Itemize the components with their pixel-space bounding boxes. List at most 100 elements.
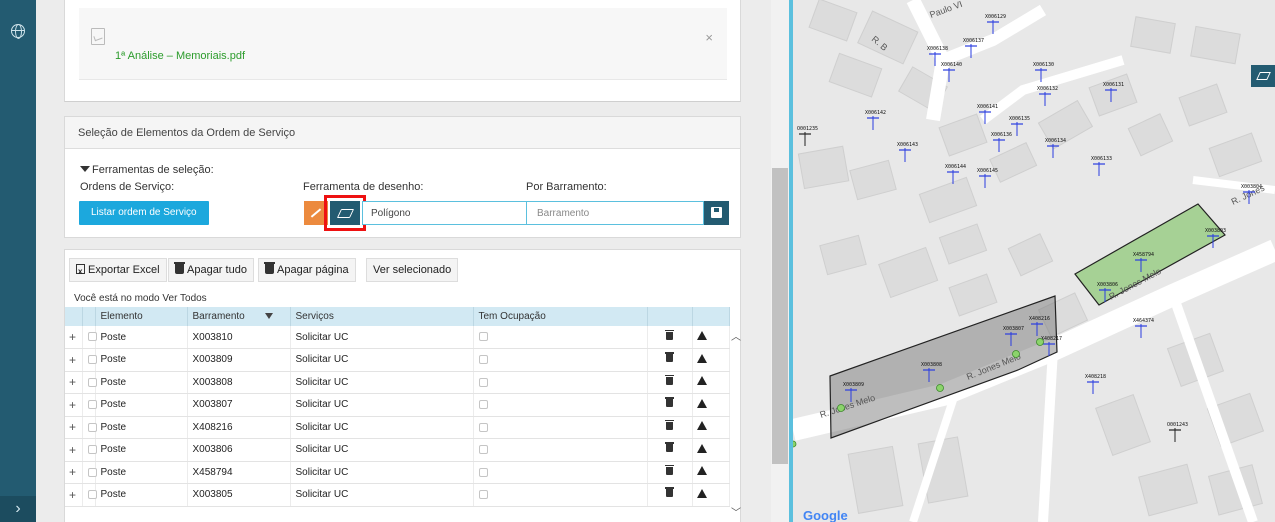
pole-marker[interactable]: O001235 <box>797 126 818 146</box>
trash-icon[interactable] <box>665 329 674 340</box>
selected-point[interactable] <box>1036 338 1044 346</box>
barramento-input[interactable] <box>526 201 704 225</box>
warning-icon[interactable] <box>696 331 707 340</box>
ocupacao-checkbox[interactable] <box>478 400 488 410</box>
pole-marker[interactable]: O001243 <box>1167 422 1188 442</box>
save-icon[interactable] <box>704 201 729 225</box>
column-header-barramento[interactable]: Barramento <box>187 307 291 326</box>
selected-point[interactable] <box>837 404 845 412</box>
pole-marker[interactable]: X006143 <box>897 142 918 162</box>
ocupacao-checkbox[interactable] <box>478 467 488 477</box>
delete-page-button[interactable]: Apagar página <box>258 258 356 282</box>
chevron-down-icon[interactable]: ﹀ <box>730 504 742 519</box>
ocupacao-checkbox[interactable] <box>478 445 488 455</box>
scrollbar-thumb[interactable] <box>772 168 788 464</box>
expand-row-icon[interactable]: + <box>65 371 83 394</box>
pole-marker[interactable]: X006142 <box>865 110 886 130</box>
row-select[interactable] <box>82 461 97 484</box>
trash-icon[interactable] <box>665 352 674 363</box>
map-eraser-button[interactable] <box>1251 65 1275 87</box>
table-row[interactable]: + Poste X003810 Solicitar UC <box>65 326 730 349</box>
warning-icon[interactable] <box>696 466 707 476</box>
row-select[interactable] <box>82 438 97 462</box>
trash-icon[interactable] <box>665 442 674 453</box>
list-orders-button[interactable]: Listar ordem de Serviço <box>79 201 209 225</box>
warning-icon[interactable] <box>696 353 707 363</box>
attachment-file-name[interactable]: 1ª Análise – Memoriais.pdf <box>115 50 245 62</box>
table-row[interactable]: + Poste X003808 Solicitar UC <box>65 371 730 394</box>
cell-warning <box>692 348 730 372</box>
warning-icon[interactable] <box>696 398 707 408</box>
map-view[interactable]: R. Jones Melo R. Jones Melo R. Jones Mel… <box>793 0 1275 522</box>
expand-row-icon[interactable]: + <box>65 483 83 507</box>
table-row[interactable]: + Poste X003805 Solicitar UC <box>65 483 730 507</box>
pole-marker[interactable]: X464374 <box>1133 318 1154 338</box>
column-header-tem-ocupacao[interactable]: Tem Ocupação <box>473 307 648 326</box>
warning-icon[interactable] <box>696 488 707 498</box>
cell-elemento: Poste <box>95 461 188 484</box>
table-row[interactable]: + Poste X458794 Solicitar UC <box>65 461 730 484</box>
ocupacao-checkbox[interactable] <box>478 377 488 387</box>
row-checkbox[interactable] <box>87 422 97 432</box>
row-select[interactable] <box>82 483 97 507</box>
export-excel-button[interactable]: Exportar Excel <box>69 258 167 283</box>
delete-all-button[interactable]: Apagar tudo <box>168 258 254 282</box>
filter-icon[interactable] <box>264 313 273 319</box>
expand-row-icon[interactable]: + <box>65 326 83 349</box>
highlight-box <box>324 195 366 231</box>
pole-marker[interactable]: X006135 <box>1009 116 1030 136</box>
warning-icon[interactable] <box>696 443 707 453</box>
selected-point[interactable] <box>793 440 797 448</box>
pole-marker[interactable]: X006145 <box>977 168 998 188</box>
chevron-up-icon[interactable]: ︿ <box>730 328 742 343</box>
close-icon[interactable]: × <box>705 30 713 45</box>
row-select[interactable] <box>82 371 97 394</box>
table-row[interactable]: + Poste X408216 Solicitar UC <box>65 416 730 439</box>
pole-marker[interactable]: X408218 <box>1085 374 1106 394</box>
ocupacao-checkbox[interactable] <box>478 332 488 342</box>
selected-point[interactable] <box>1012 350 1020 358</box>
cell-elemento: Poste <box>95 393 188 417</box>
warning-icon[interactable] <box>696 421 707 431</box>
expand-row-icon[interactable]: + <box>65 393 83 417</box>
row-checkbox[interactable] <box>87 400 97 410</box>
trash-icon[interactable] <box>665 419 674 430</box>
warning-icon[interactable] <box>696 376 707 386</box>
trash-icon[interactable] <box>665 487 674 498</box>
row-select[interactable] <box>82 416 97 439</box>
view-selected-button[interactable]: Ver selecionado <box>366 258 459 282</box>
ocupacao-checkbox[interactable] <box>478 355 488 365</box>
expand-row-icon[interactable]: + <box>65 438 83 462</box>
row-select[interactable] <box>82 348 97 372</box>
trash-icon[interactable] <box>665 464 674 475</box>
table-row[interactable]: + Poste X003807 Solicitar UC <box>65 393 730 417</box>
table-row[interactable]: + Poste X003806 Solicitar UC <box>65 438 730 462</box>
row-checkbox[interactable] <box>87 377 97 387</box>
globe-icon[interactable] <box>11 24 25 39</box>
column-header-servicos[interactable]: Serviços <box>290 307 474 326</box>
pole-marker[interactable]: X006133 <box>1091 156 1112 176</box>
pole-marker[interactable]: X006132 <box>1037 86 1058 106</box>
selected-point[interactable] <box>936 384 944 392</box>
trash-icon[interactable] <box>665 397 674 408</box>
row-checkbox[interactable] <box>87 355 97 365</box>
row-checkbox[interactable] <box>87 332 97 342</box>
draw-tool-select[interactable] <box>362 201 535 225</box>
pole-marker[interactable]: X006136 <box>991 132 1012 152</box>
pane-scrollbar[interactable] <box>771 0 789 522</box>
row-checkbox[interactable] <box>87 445 97 455</box>
ocupacao-checkbox[interactable] <box>478 422 488 432</box>
row-select[interactable] <box>82 393 97 417</box>
cell-delete <box>647 416 693 439</box>
column-header-elemento[interactable]: Elemento <box>95 307 188 326</box>
expand-row-icon[interactable]: + <box>65 461 83 484</box>
expand-chevron-icon[interactable]: › <box>0 496 36 522</box>
row-select[interactable] <box>82 326 97 349</box>
ocupacao-checkbox[interactable] <box>478 490 488 500</box>
table-row[interactable]: + Poste X003809 Solicitar UC <box>65 348 730 372</box>
expand-row-icon[interactable]: + <box>65 348 83 372</box>
expand-row-icon[interactable]: + <box>65 416 83 439</box>
trash-icon[interactable] <box>665 374 674 385</box>
row-checkbox[interactable] <box>87 467 97 477</box>
row-checkbox[interactable] <box>87 490 97 500</box>
